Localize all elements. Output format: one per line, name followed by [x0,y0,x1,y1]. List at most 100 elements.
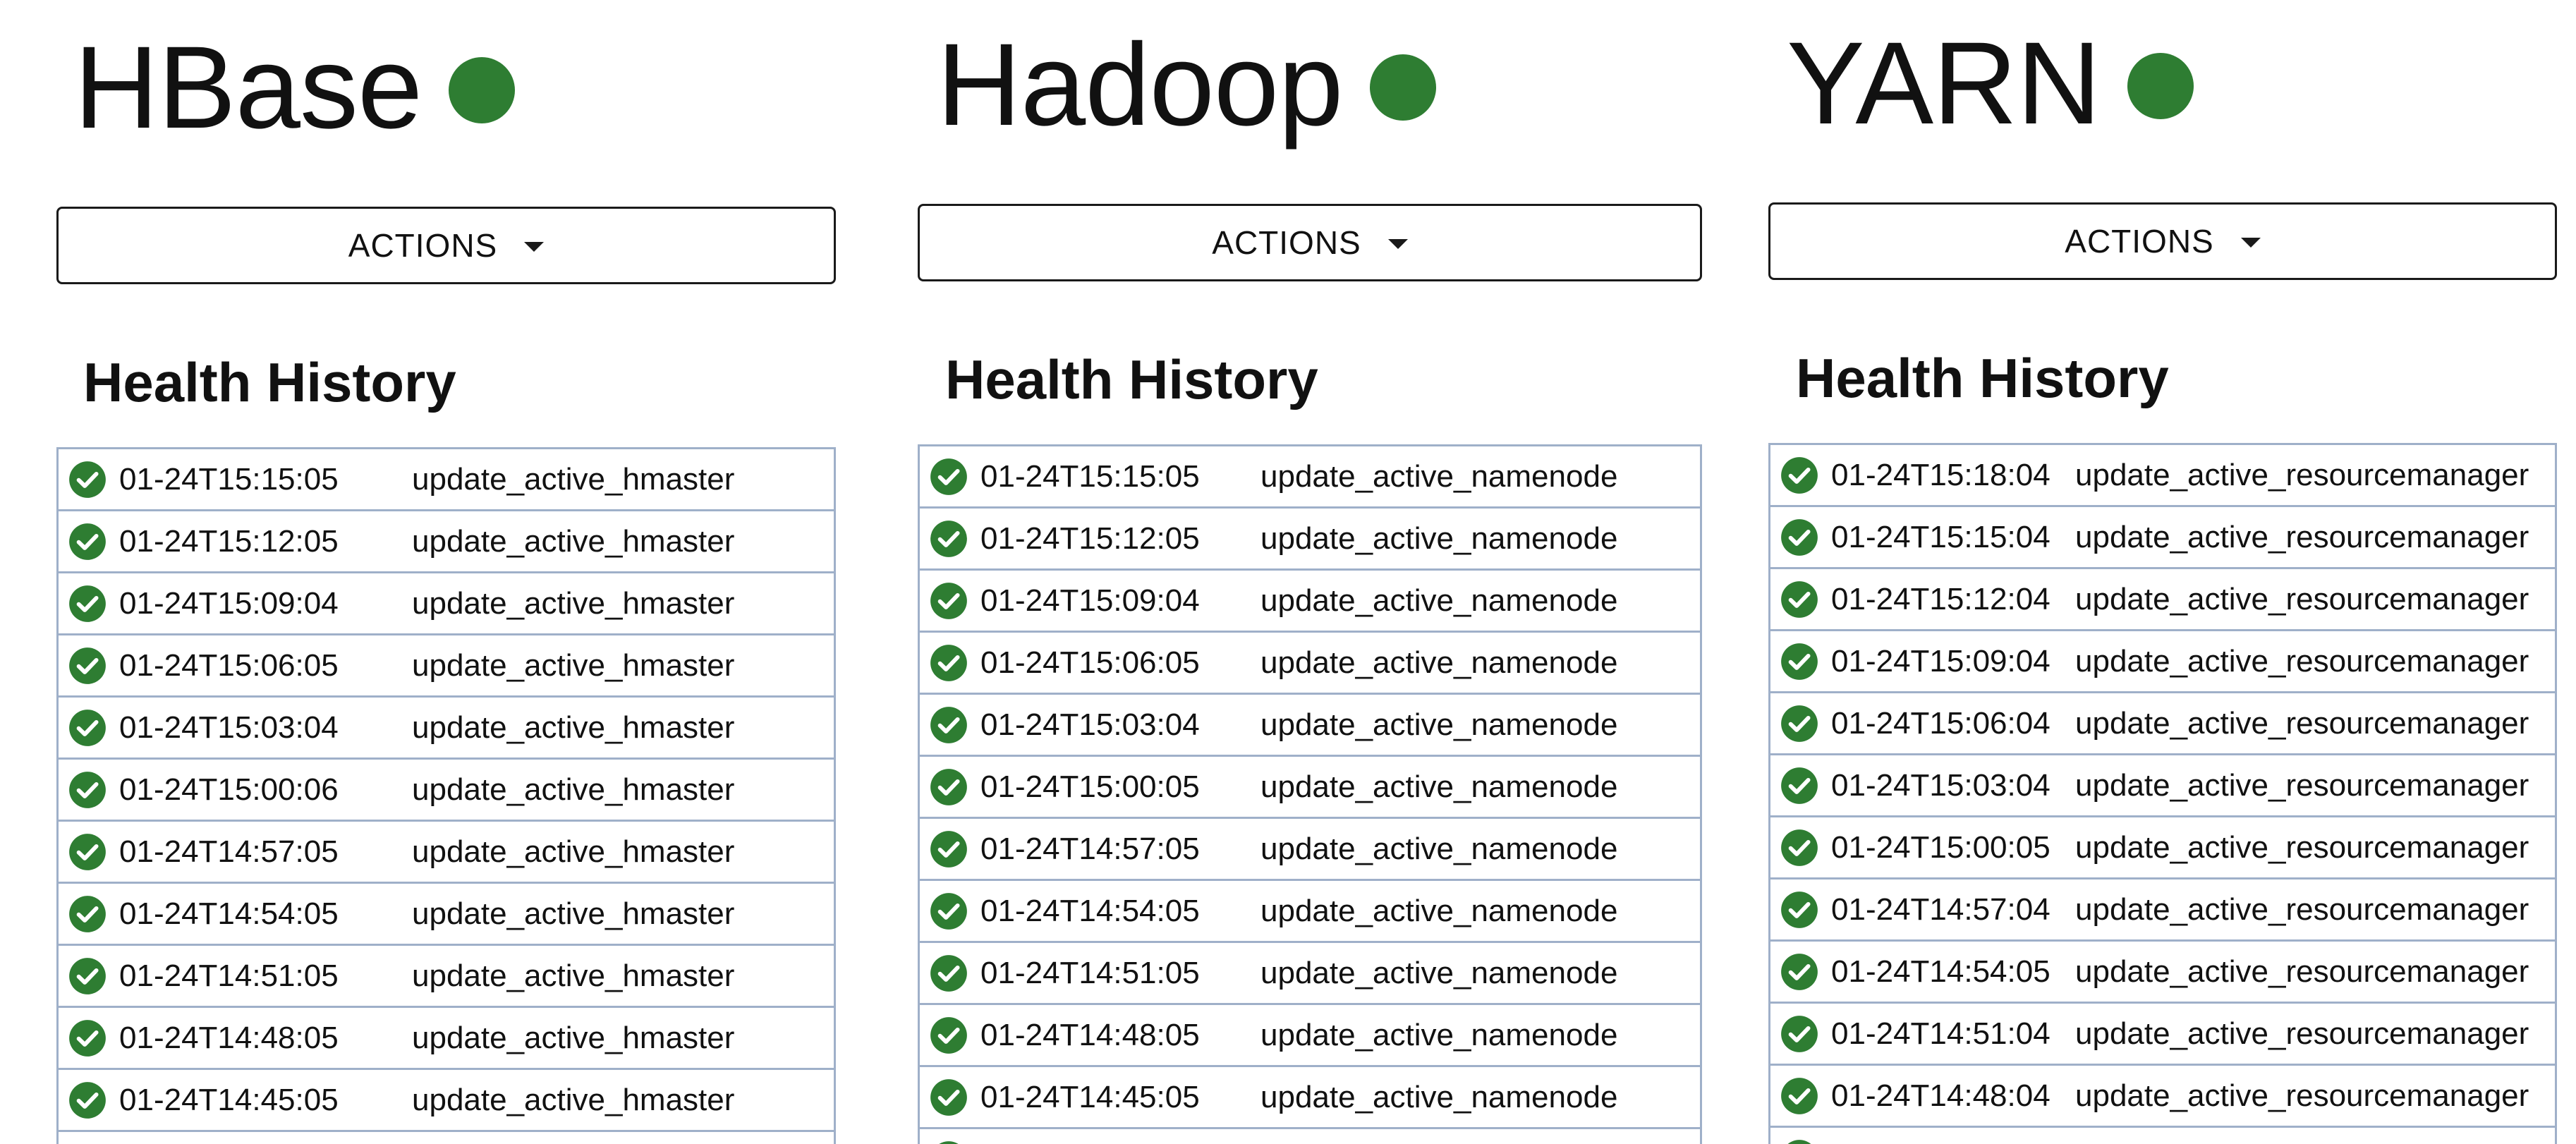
history-timestamp: 01-24T14:57:05 [119,834,339,869]
check-circle-icon [1780,829,1818,867]
check-circle-icon [1780,1139,1818,1144]
history-event: update_active_hmaster [412,896,735,931]
check-circle-icon [1780,891,1818,929]
check-circle-icon [1780,767,1818,805]
history-event: update_active_namenode [1260,1017,1618,1052]
history-row: 01-24T14:45:05update_active_resourcemana… [1770,1128,2555,1144]
history-event: update_active_resourcemanager [2075,457,2529,492]
actions-dropdown-button[interactable]: ACTIONS [1768,202,2557,280]
history-row: 01-24T14:51:04 update_active_resourcemana… [1770,1004,2555,1066]
history-event: update_active_hmaster [412,772,735,807]
history-event: update_active_hmaster [412,523,735,559]
history-event: update_active_namenode [1260,583,1618,618]
history-row: 01-24T15:15:04 update_active_resourcemana… [1770,507,2555,569]
health-history-table: 01-24T15:15:05 update_active_hmaster 01-24… [56,447,836,1144]
check-circle-icon [930,1078,968,1116]
caret-down-icon [2240,238,2261,248]
history-timestamp: 01-24T14:45:05 [119,1082,339,1117]
history-timestamp: 01-24T15:12:04 [1831,581,2051,616]
check-circle-icon [930,582,968,620]
check-circle-icon [1780,1015,1818,1053]
check-circle-icon [1780,580,1818,619]
history-timestamp: 01-24T15:03:04 [980,707,1200,742]
history-timestamp: 01-24T15:09:04 [119,585,339,621]
history-timestamp: 01-24T14:51:05 [980,955,1200,990]
history-row: 01-24T14:54:05 update_active_hmaster [59,884,834,946]
check-circle-icon [930,954,968,992]
actions-label: ACTIONS [2065,223,2214,260]
history-timestamp: 01-24T15:06:05 [119,647,339,683]
history-event: update_active_resourcemanager [2075,892,2529,927]
history-event: update_active_resourcemanager [2075,954,2529,989]
history-timestamp: 01-24T15:06:05 [980,645,1200,680]
history-timestamp: 01-24T15:15:04 [1831,519,2051,554]
check-circle-icon [930,644,968,682]
history-row: 01-24T15:03:04 update_active_resourcemana… [1770,755,2555,817]
history-event: update_active_resourcemanager [2075,1078,2529,1113]
history-timestamp: 01-24T14:57:04 [1831,892,2051,927]
history-timestamp: 01-24T14:48:05 [980,1017,1200,1052]
actions-label: ACTIONS [348,227,498,264]
history-event: update_active_namenode [1260,955,1618,990]
history-row: 01-24T14:57:05 update_active_hmaster [59,822,834,884]
history-event: update_active_resourcemanager [2075,1140,2529,1144]
actions-dropdown-button[interactable]: ACTIONS [918,204,1702,281]
check-circle-icon [68,461,107,499]
history-timestamp: 01-24T15:03:04 [1831,767,2051,803]
check-circle-icon [68,1081,107,1119]
health-dashboard: HBase ACTIONS Health History 01-24T15:15… [0,0,2576,1144]
check-circle-icon [930,768,968,806]
check-circle-icon [930,830,968,868]
history-event: update_active_namenode [1260,893,1618,928]
history-row: 01-24T14:48:04 update_active_resourcemana… [1770,1066,2555,1128]
history-timestamp: 01-24T14:54:05 [980,893,1200,928]
history-event: update_active_resourcemanager [2075,767,2529,803]
history-row: 01-24T15:18:04 update_active_resourcemana… [1770,445,2555,507]
history-timestamp: 01-24T15:15:05 [980,458,1200,494]
history-row: 01-24T15:00:05 update_active_namenode [920,757,1700,819]
history-timestamp: 01-24T15:09:04 [1831,643,2051,679]
history-row: 01-24T14:51:05 update_active_namenode [920,943,1700,1005]
history-row: 01-24T15:03:04 update_active_hmaster [59,698,834,760]
history-timestamp: 01-24T15:12:05 [980,521,1200,556]
check-circle-icon [1780,518,1818,556]
history-row: 01-24T14:42:05update_active_hmaster [59,1132,834,1144]
history-timestamp: 01-24T15:03:04 [119,710,339,745]
service-title: Hadoop [937,20,1343,150]
history-row: 01-24T15:15:05 update_active_hmaster [59,449,834,511]
history-event: update_active_resourcemanager [2075,1016,2529,1051]
history-timestamp: 01-24T14:42:05 [980,1142,1260,1144]
history-timestamp: 01-24T14:57:05 [980,831,1200,866]
check-circle-icon [930,892,968,930]
history-timestamp: 01-24T14:48:05 [119,1020,339,1055]
history-event: update_active_hmaster [412,1082,735,1117]
check-circle-icon [68,585,107,623]
history-timestamp: 01-24T15:15:05 [119,461,339,497]
history-row: 01-24T15:06:05 update_active_hmaster [59,635,834,698]
check-circle-icon [68,895,107,933]
check-circle-icon [930,458,968,496]
history-event: update_active_hmaster [412,647,735,683]
history-event: update_active_resourcemanager [2075,705,2529,741]
check-circle-icon [1780,1077,1818,1115]
check-circle-icon [1780,643,1818,681]
health-history-table: 01-24T15:15:05 update_active_namenode 01-2… [918,444,1702,1144]
caret-down-icon [1387,239,1408,249]
history-timestamp: 01-24T15:18:04 [1831,457,2051,492]
service-title: HBase [74,23,423,153]
history-row: 01-24T15:12:05 update_active_hmaster [59,511,834,573]
history-event: update_active_resourcemanager [2075,581,2529,616]
history-row: 01-24T14:42:05update_active_namenode [920,1129,1700,1144]
actions-dropdown-button[interactable]: ACTIONS [56,207,836,284]
check-circle-icon [1780,953,1818,991]
check-circle-icon [68,833,107,871]
service-header: HBase [74,23,516,153]
history-row: 01-24T14:45:05 update_active_namenode [920,1067,1700,1129]
health-history-table: 01-24T15:18:04 update_active_resourcemana… [1768,443,2557,1144]
status-dot-icon [2127,53,2194,119]
health-history-title: Health History [1796,347,2169,409]
check-circle-icon [68,523,107,561]
history-row: 01-24T14:48:05 update_active_hmaster [59,1008,834,1070]
history-timestamp: 01-24T14:51:05 [119,958,339,993]
check-circle-icon [68,1019,107,1057]
